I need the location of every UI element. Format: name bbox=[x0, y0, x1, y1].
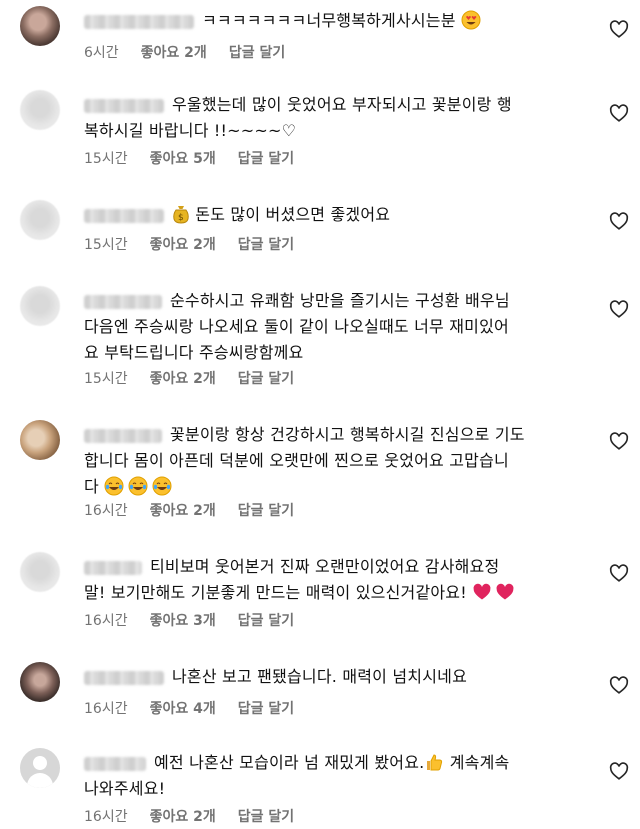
reply-button[interactable]: 답글 달기 bbox=[238, 613, 294, 629]
avatar[interactable] bbox=[20, 6, 60, 46]
comment-body: 예전 나혼산 모습이라 넘 재밌게 봤어요. 계속계속 나와주세요! bbox=[84, 750, 584, 802]
timestamp: 16시간 bbox=[84, 701, 128, 717]
red-heart-emoji bbox=[473, 583, 491, 600]
comment-text-cont: 나와주세요! bbox=[84, 779, 166, 798]
comment-body: 티비보며 웃어본거 진짜 오랜만이었어요 감사해요정 말! 보기만해도 기분좋게… bbox=[84, 554, 584, 606]
avatar[interactable] bbox=[20, 552, 60, 592]
avatar[interactable] bbox=[20, 748, 60, 788]
comment-body: 우울했는데 많이 웃었어요 부자되시고 꽃분이랑 행 복하시길 바랍니다 !!~… bbox=[84, 92, 584, 144]
comment-text: 예전 나혼산 모습이라 넘 재밌게 봤어요. bbox=[154, 753, 425, 772]
timestamp: 6시간 bbox=[84, 45, 119, 61]
comment-text-cont: 다음엔 주승씨랑 나오세요 둘이 같이 나오실때도 너무 재미있어 bbox=[84, 317, 509, 336]
reply-button[interactable]: 답글 달기 bbox=[238, 809, 294, 825]
username[interactable] bbox=[84, 670, 164, 685]
avatar[interactable] bbox=[20, 200, 60, 240]
timestamp: 15시간 bbox=[84, 371, 128, 387]
likes-count[interactable]: 좋아요 2개 bbox=[150, 809, 216, 825]
comment-text: ㅋㅋㅋㅋㅋㅋㅋ너무행복하게사시는분 bbox=[202, 11, 456, 30]
username[interactable] bbox=[84, 428, 162, 443]
comment-meta: 16시간 좋아요 2개 답글 달기 bbox=[84, 806, 316, 826]
username[interactable] bbox=[84, 560, 142, 575]
comment-body: 순수하시고 유쾌함 낭만을 즐기시는 구성환 배우님 다음엔 주승씨랑 나오세요… bbox=[84, 288, 584, 366]
likes-count[interactable]: 좋아요 2개 bbox=[150, 503, 216, 519]
comment-text-cont: 말! 보기만해도 기분좋게 만드는 매력이 있으신거같아요! bbox=[84, 583, 467, 602]
comment-text-cont: 합니다 몸이 아픈데 덕분에 오랫만에 찐으로 웃었어요 고맙습니 bbox=[84, 451, 509, 470]
likes-count[interactable]: 좋아요 3개 bbox=[150, 613, 216, 629]
username[interactable] bbox=[84, 14, 194, 29]
comment-body: ㅋㅋㅋㅋㅋㅋㅋ너무행복하게사시는분 bbox=[84, 8, 584, 34]
username[interactable] bbox=[84, 756, 146, 771]
likes-count[interactable]: 좋아요 5개 bbox=[150, 151, 216, 167]
comment-text: 돈도 많이 버셨으면 좋겠어요 bbox=[195, 205, 391, 224]
like-heart-icon[interactable] bbox=[608, 18, 630, 40]
comment-text: 티비보며 웃어본거 진짜 오랜만이었어요 감사해요정 bbox=[150, 557, 500, 576]
like-heart-icon[interactable] bbox=[608, 210, 630, 232]
comment-body: 꽃분이랑 항상 건강하시고 행복하시길 진심으로 기도 합니다 몸이 아픈데 덕… bbox=[84, 422, 584, 500]
thumbs-up-emoji bbox=[427, 754, 443, 771]
reply-button[interactable]: 답글 달기 bbox=[238, 151, 294, 167]
comment-meta: 16시간 좋아요 3개 답글 달기 bbox=[84, 610, 316, 630]
avatar[interactable] bbox=[20, 90, 60, 130]
comment-text-cont: 다 bbox=[84, 477, 99, 496]
comment-meta: 16시간 좋아요 4개 답글 달기 bbox=[84, 698, 316, 718]
reply-button[interactable]: 답글 달기 bbox=[238, 371, 294, 387]
username[interactable] bbox=[84, 98, 164, 113]
username[interactable] bbox=[84, 208, 164, 223]
likes-count[interactable]: 좋아요 2개 bbox=[150, 237, 216, 253]
tears-of-joy-emoji bbox=[128, 476, 148, 496]
comment-meta: 15시간 좋아요 2개 답글 달기 bbox=[84, 234, 316, 254]
like-heart-icon[interactable] bbox=[608, 760, 630, 782]
reply-button[interactable]: 답글 달기 bbox=[229, 45, 285, 61]
timestamp: 15시간 bbox=[84, 151, 128, 167]
likes-count[interactable]: 좋아요 4개 bbox=[150, 701, 216, 717]
reply-button[interactable]: 답글 달기 bbox=[238, 503, 294, 519]
tears-of-joy-emoji bbox=[104, 476, 124, 496]
comment-meta: 15시간 좋아요 2개 답글 달기 bbox=[84, 368, 316, 388]
comment-text-cont: 요 부탁드립니다 주승씨랑함께요 bbox=[84, 343, 304, 362]
username[interactable] bbox=[84, 294, 162, 309]
comment-meta: 6시간 좋아요 2개 답글 달기 bbox=[84, 42, 307, 62]
comment-text-cont: 복하시길 바랍니다 !!~~~~♡ bbox=[84, 121, 297, 140]
reply-button[interactable]: 답글 달기 bbox=[238, 237, 294, 253]
comment-list: ㅋㅋㅋㅋㅋㅋㅋ너무행복하게사시는분 6시간 좋아요 2개 답글 달기 우울했는데 많… bbox=[0, 0, 640, 829]
avatar[interactable] bbox=[20, 420, 60, 460]
comment-text-cont: 계속계속 bbox=[449, 753, 510, 772]
comment-body: 나혼산 보고 팬됐습니다. 매력이 넘치시네요 bbox=[84, 664, 584, 690]
tears-of-joy-emoji bbox=[152, 476, 172, 496]
timestamp: 16시간 bbox=[84, 809, 128, 825]
avatar[interactable] bbox=[20, 662, 60, 702]
timestamp: 15시간 bbox=[84, 237, 128, 253]
avatar[interactable] bbox=[20, 286, 60, 326]
comment-text: 꽃분이랑 항상 건강하시고 행복하시길 진심으로 기도 bbox=[170, 425, 525, 444]
heart-eyes-emoji bbox=[461, 10, 481, 30]
like-heart-icon[interactable] bbox=[608, 102, 630, 124]
timestamp: 16시간 bbox=[84, 503, 128, 519]
likes-count[interactable]: 좋아요 2개 bbox=[150, 371, 216, 387]
like-heart-icon[interactable] bbox=[608, 430, 630, 452]
comment-text: 순수하시고 유쾌함 낭만을 즐기시는 구성환 배우님 bbox=[170, 291, 510, 310]
comment-meta: 15시간 좋아요 5개 답글 달기 bbox=[84, 148, 316, 168]
red-heart-emoji bbox=[496, 583, 514, 600]
comment-text: 우울했는데 많이 웃었어요 부자되시고 꽃분이랑 행 bbox=[172, 95, 512, 114]
money-bag-emoji: $ bbox=[173, 206, 189, 224]
timestamp: 16시간 bbox=[84, 613, 128, 629]
like-heart-icon[interactable] bbox=[608, 562, 630, 584]
reply-button[interactable]: 답글 달기 bbox=[238, 701, 294, 717]
likes-count[interactable]: 좋아요 2개 bbox=[141, 45, 207, 61]
like-heart-icon[interactable] bbox=[608, 298, 630, 320]
comment-body: $ 돈도 많이 버셨으면 좋겠어요 bbox=[84, 202, 584, 228]
comment-meta: 16시간 좋아요 2개 답글 달기 bbox=[84, 500, 316, 520]
comment-text: 나혼산 보고 팬됐습니다. 매력이 넘치시네요 bbox=[172, 667, 467, 686]
svg-text:$: $ bbox=[178, 213, 184, 223]
like-heart-icon[interactable] bbox=[608, 674, 630, 696]
